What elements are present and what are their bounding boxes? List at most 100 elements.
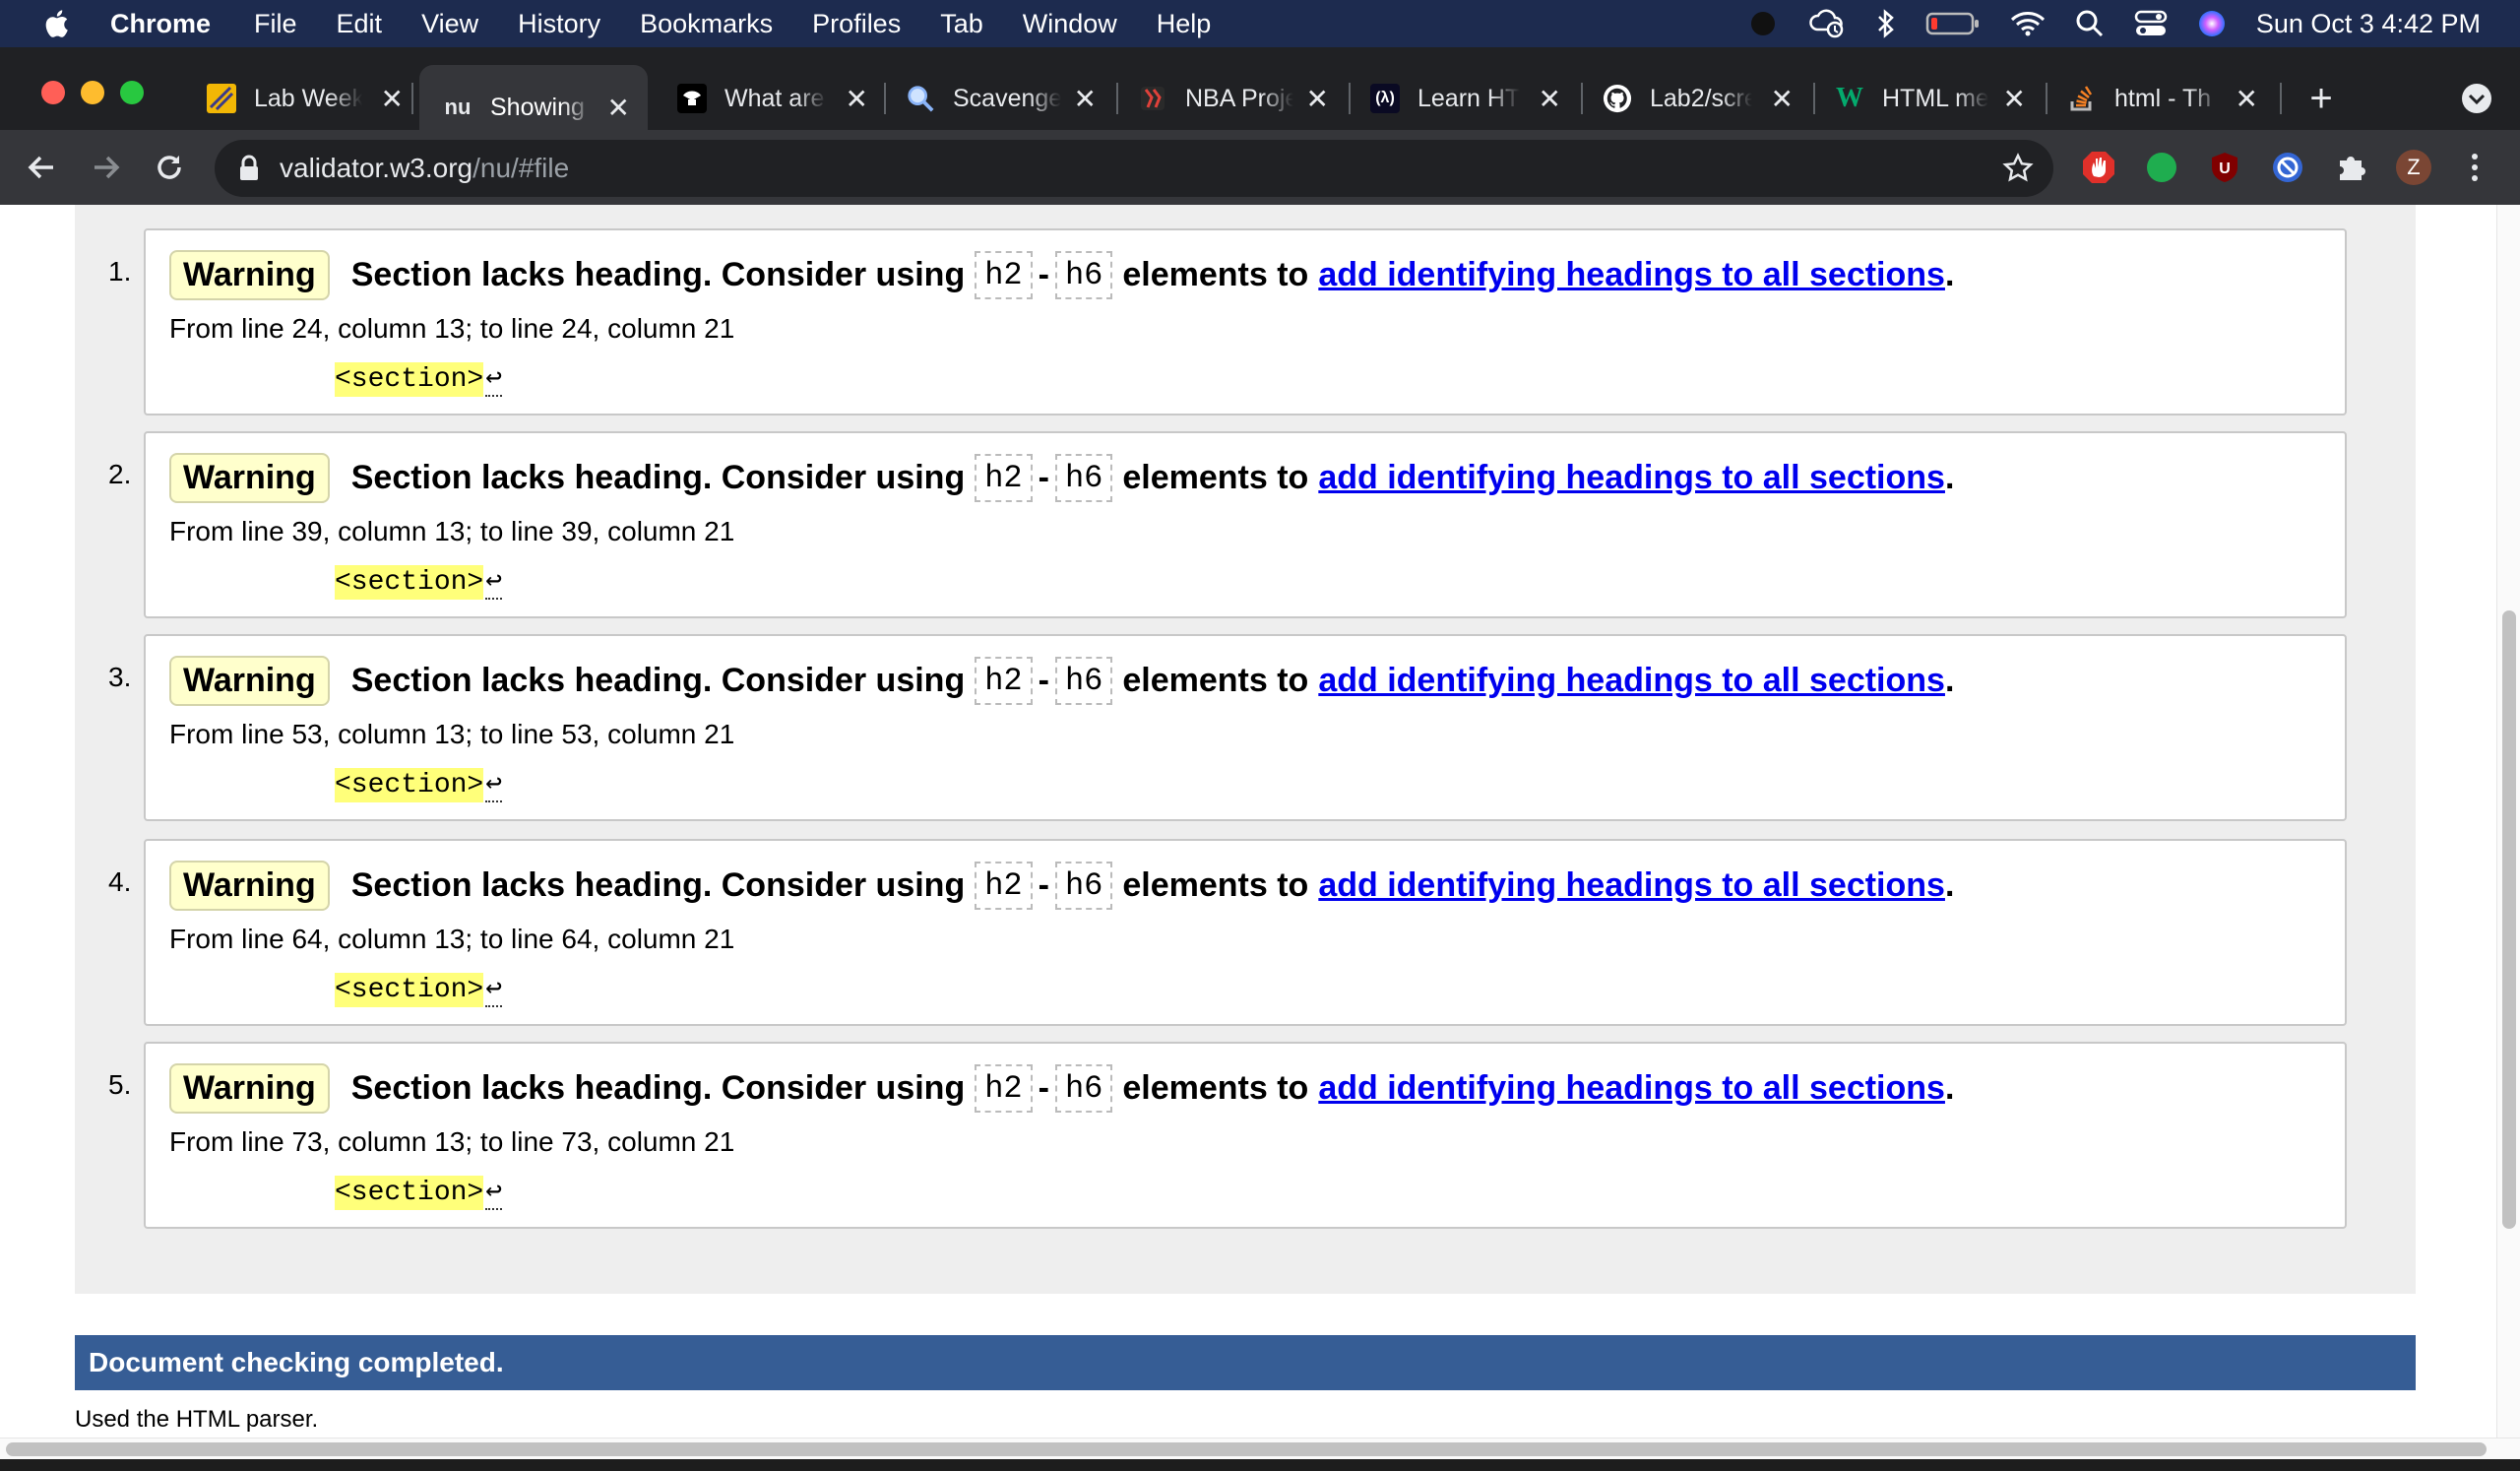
headings-help-link[interactable]: add identifying headings to all sections	[1318, 662, 1945, 700]
message-text: Section lacks heading. Consider using	[350, 866, 966, 904]
bluetooth-icon[interactable]	[1876, 8, 1896, 39]
wifi-icon[interactable]	[2010, 10, 2046, 37]
headings-help-link[interactable]: add identifying headings to all sections	[1318, 256, 1945, 294]
warning-message: Warning Section lacks heading. Consider …	[144, 1042, 2347, 1229]
extract-highlight: <section>	[335, 362, 484, 397]
profile-avatar[interactable]: Z	[2396, 150, 2431, 185]
tab-lab-week[interactable]: Lab Week ✕	[207, 69, 404, 128]
code-h6: h6	[1054, 657, 1113, 705]
w3schools-icon: W	[1836, 83, 1863, 113]
tab-close-icon[interactable]: ✕	[607, 92, 630, 124]
menu-edit[interactable]: Edit	[337, 9, 383, 39]
window-zoom-button[interactable]	[120, 81, 144, 104]
window-minimize-button[interactable]	[81, 81, 104, 104]
tab-what-are[interactable]: What are ✕	[677, 69, 868, 128]
address-bar[interactable]: validator.w3.org/nu/#file	[215, 140, 2053, 197]
warning-badge: Warning	[169, 1063, 330, 1114]
menu-tab[interactable]: Tab	[940, 9, 983, 39]
vertical-scrollbar[interactable]	[2496, 205, 2520, 1447]
headings-help-link[interactable]: add identifying headings to all sections	[1318, 866, 1945, 905]
menu-window[interactable]: Window	[1023, 9, 1117, 39]
horizontal-scrollbar[interactable]	[0, 1438, 2520, 1459]
menu-app-name[interactable]: Chrome	[110, 9, 211, 39]
tab-title: What are	[724, 84, 825, 112]
menu-bar-clock[interactable]: Sun Oct 3 4:42 PM	[2256, 9, 2481, 39]
code-h6: h6	[1054, 251, 1113, 299]
tab-close-icon[interactable]: ✕	[381, 83, 404, 115]
message-period: .	[1944, 459, 1955, 496]
tab-title: Lab Week	[254, 84, 362, 112]
menu-help[interactable]: Help	[1157, 9, 1212, 39]
extensions-puzzle-icon[interactable]	[2333, 150, 2368, 185]
message-number: 3.	[108, 662, 132, 692]
code-extract: <section>↩	[335, 971, 503, 1007]
code-h2: h2	[975, 454, 1033, 502]
cloud-sync-icon[interactable]	[1807, 8, 1847, 39]
tab-close-icon[interactable]: ✕	[1306, 83, 1329, 115]
tab-close-icon[interactable]: ✕	[1074, 83, 1097, 115]
headings-help-link[interactable]: add identifying headings to all sections	[1318, 459, 1945, 497]
tab-close-icon[interactable]: ✕	[2236, 83, 2258, 115]
menu-view[interactable]: View	[421, 9, 478, 39]
nu-icon: nu	[444, 95, 472, 119]
warning-message: Warning Section lacks heading. Consider …	[144, 431, 2347, 618]
extract-highlight: <section>	[335, 973, 484, 1007]
control-center-icon[interactable]	[2134, 9, 2168, 38]
browser-toolbar: validator.w3.org/nu/#file U Z	[0, 130, 2520, 205]
range-dash: -	[1038, 459, 1049, 496]
github-icon	[1603, 84, 1632, 113]
macos-menu-bar: Chrome File Edit View History Bookmarks …	[0, 0, 2520, 47]
battery-icon[interactable]	[1925, 10, 1981, 37]
tab-lab2-screen[interactable]: Lab2/scre ✕	[1603, 69, 1794, 128]
range-dash: -	[1038, 256, 1049, 293]
chrome-menu-button[interactable]	[2457, 150, 2492, 185]
tab-scavenge[interactable]: Scavenge ✕	[906, 69, 1097, 128]
new-tab-button[interactable]: +	[2301, 69, 2341, 128]
tab-close-icon[interactable]: ✕	[1771, 83, 1794, 115]
tab-nba-project[interactable]: NBA Proje ✕	[1138, 69, 1329, 128]
lock-icon[interactable]	[238, 155, 260, 182]
message-period: .	[1944, 256, 1955, 293]
spotlight-search-icon[interactable]	[2075, 9, 2105, 38]
tab-html-meta[interactable]: W HTML me ✕	[1835, 69, 2026, 128]
green-extension-icon[interactable]	[2144, 150, 2179, 185]
parser-note: Used the HTML parser.	[75, 1406, 319, 1433]
focus-dot-icon[interactable]	[1748, 9, 1778, 38]
arrow-right-icon	[94, 156, 120, 179]
tab-stackoverflow[interactable]: html - Th ✕	[2067, 69, 2258, 128]
message-number: 4.	[108, 866, 132, 897]
back-button[interactable]	[24, 150, 59, 185]
tab-close-icon[interactable]: ✕	[846, 83, 868, 115]
page-content: 1. Warning Section lacks heading. Consid…	[0, 205, 2520, 1471]
menu-history[interactable]: History	[518, 9, 600, 39]
apple-logo-icon[interactable]	[41, 7, 75, 40]
bookmark-star-icon[interactable]	[2002, 153, 2034, 184]
message-text: Section lacks heading. Consider using	[350, 1069, 966, 1107]
message-text: elements to	[1122, 459, 1309, 496]
menu-profiles[interactable]: Profiles	[812, 9, 901, 39]
magnifier-icon	[906, 84, 935, 113]
reload-button[interactable]	[152, 150, 187, 185]
message-text: elements to	[1122, 866, 1309, 904]
menu-file[interactable]: File	[254, 9, 297, 39]
ublock-extension-icon[interactable]: U	[2207, 150, 2242, 185]
horizontal-scroll-thumb[interactable]	[6, 1442, 2487, 1456]
adblock-extension-icon[interactable]	[2081, 150, 2116, 185]
message-number: 1.	[108, 256, 132, 287]
window-close-button[interactable]	[41, 81, 65, 104]
message-period: .	[1944, 866, 1955, 904]
menu-bookmarks[interactable]: Bookmarks	[640, 9, 773, 39]
vertical-scroll-thumb[interactable]	[2502, 610, 2516, 1229]
siri-icon[interactable]	[2197, 9, 2227, 38]
tab-learn-html[interactable]: (λ) Learn HTI ✕	[1370, 69, 1561, 128]
tab-title: NBA Proje	[1185, 84, 1293, 112]
blocker-extension-icon[interactable]	[2270, 150, 2305, 185]
message-text: Section lacks heading. Consider using	[350, 256, 966, 293]
tab-close-icon[interactable]: ✕	[2003, 83, 2026, 115]
tab-search-button[interactable]	[2457, 69, 2496, 128]
tab-close-icon[interactable]: ✕	[1539, 83, 1561, 115]
message-text: elements to	[1122, 256, 1309, 293]
message-location: From line 24, column 13; to line 24, col…	[169, 313, 735, 344]
forward-button[interactable]	[89, 150, 124, 185]
headings-help-link[interactable]: add identifying headings to all sections	[1318, 1069, 1945, 1108]
